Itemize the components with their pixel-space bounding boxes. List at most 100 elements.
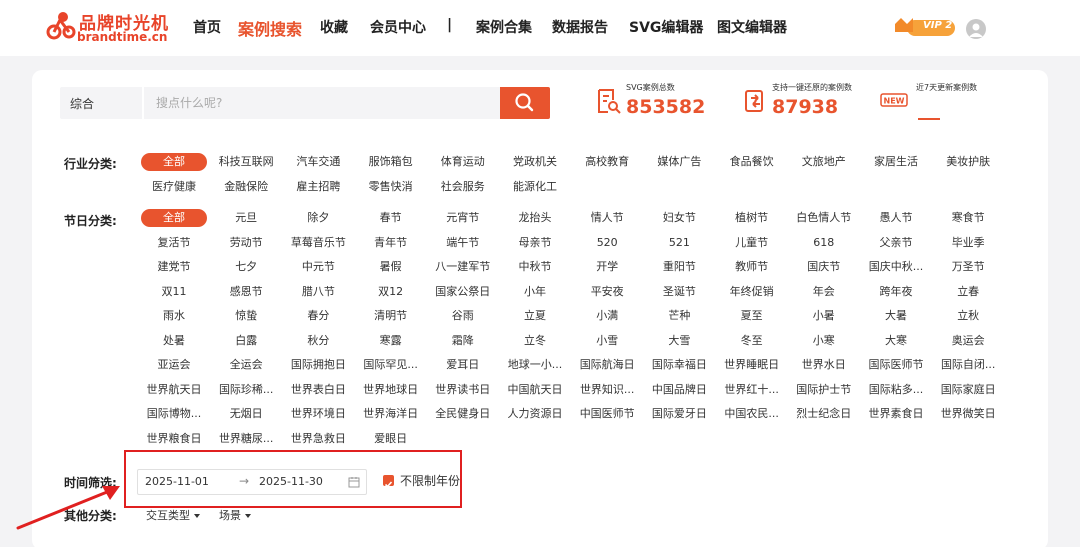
filter-tag[interactable]: 中元节 [278,258,358,276]
filter-tag[interactable]: 重阳节 [639,258,719,276]
filter-tag[interactable]: 世界急救日 [278,430,358,448]
filter-tag[interactable]: 年终促销 [712,283,792,301]
filter-tag[interactable]: 大雪 [639,332,719,350]
filter-tag[interactable]: 国际博物... [134,405,214,423]
search-input[interactable] [156,91,496,115]
filter-tag[interactable]: 寒露 [351,332,431,350]
filter-tag[interactable]: 雇主招聘 [278,178,358,196]
filter-tag[interactable]: 建党节 [134,258,214,276]
filter-tag[interactable]: 立夏 [495,307,575,325]
filter-tag[interactable]: 母亲节 [495,234,575,252]
filter-tag[interactable]: 国家公祭日 [423,283,503,301]
filter-tag[interactable]: 八一建军节 [423,258,503,276]
filter-tag[interactable]: 媒体广告 [639,153,719,171]
nav-data-reports[interactable]: 数据报告 [552,17,608,37]
filter-tag[interactable]: 世界地球日 [351,381,431,399]
filter-tag[interactable]: 无烟日 [206,405,286,423]
filter-tag[interactable]: 中国农民... [712,405,792,423]
filter-tag[interactable]: 夏至 [712,307,792,325]
filter-tag[interactable]: 暑假 [351,258,431,276]
filter-tag[interactable]: 世界粮食日 [134,430,214,448]
filter-tag[interactable]: 社会服务 [423,178,503,196]
filter-tag[interactable]: 妇女节 [639,209,719,227]
filter-tag[interactable]: 教师节 [712,258,792,276]
filter-tag[interactable]: 服饰箱包 [351,153,431,171]
filter-tag[interactable]: 双11 [134,283,214,301]
filter-tag[interactable]: 世界微笑日 [928,405,1008,423]
scene-dropdown[interactable]: 场景 [219,507,251,523]
filter-tag[interactable]: 爱耳日 [423,356,503,374]
filter-tag[interactable]: 春分 [278,307,358,325]
filter-tag[interactable]: 中国航天日 [495,381,575,399]
filter-tag[interactable]: 汽车交通 [278,153,358,171]
filter-tag[interactable]: 体育运动 [423,153,503,171]
filter-tag[interactable]: 寒食节 [928,209,1008,227]
filter-tag[interactable]: 跨年夜 [856,283,936,301]
interaction-type-dropdown[interactable]: 交互类型 [146,507,200,523]
filter-tag[interactable]: 儿童节 [712,234,792,252]
filter-tag[interactable]: 零售快消 [351,178,431,196]
filter-tag[interactable]: 世界读书日 [423,381,503,399]
filter-tag[interactable]: 谷雨 [423,307,503,325]
filter-tag[interactable]: 白色情人节 [784,209,864,227]
filter-tag[interactable]: 521 [639,234,719,252]
filter-tag[interactable]: 金融保险 [206,178,286,196]
filter-tag[interactable]: 世界红十... [712,381,792,399]
filter-tag[interactable]: 霜降 [423,332,503,350]
filter-tag[interactable]: 人力资源日 [495,405,575,423]
filter-tag[interactable]: 立冬 [495,332,575,350]
filter-tag[interactable]: 国际珍稀... [206,381,286,399]
nav-svg-editor[interactable]: SVG编辑器 [629,17,703,37]
filter-tag[interactable]: 618 [784,234,864,252]
filter-tag[interactable]: 国庆节 [784,258,864,276]
filter-tag[interactable]: 国际罕见... [351,356,431,374]
tag-all[interactable]: 全部 [141,209,207,227]
search-type-select[interactable]: 综合 [70,95,94,112]
filter-tag[interactable]: 七夕 [206,258,286,276]
filter-tag[interactable]: 食品餐饮 [712,153,792,171]
filter-tag[interactable]: 雨水 [134,307,214,325]
filter-tag[interactable]: 世界糖尿... [206,430,286,448]
filter-tag[interactable]: 除夕 [278,209,358,227]
filter-tag[interactable]: 元宵节 [423,209,503,227]
filter-tag[interactable]: 植树节 [712,209,792,227]
filter-tag[interactable]: 中秋节 [495,258,575,276]
filter-tag[interactable]: 小寒 [784,332,864,350]
filter-tag[interactable]: 情人节 [567,209,647,227]
filter-tag[interactable]: 年会 [784,283,864,301]
filter-tag[interactable]: 端午节 [423,234,503,252]
filter-tag[interactable]: 劳动节 [206,234,286,252]
nav-case-search[interactable]: 案例搜索 [238,16,302,40]
tag-all[interactable]: 全部 [141,153,207,171]
filter-tag[interactable]: 国际医师节 [856,356,936,374]
filter-tag[interactable]: 国际护士节 [784,381,864,399]
filter-tag[interactable]: 腊八节 [278,283,358,301]
filter-tag[interactable]: 科技互联网 [206,153,286,171]
filter-tag[interactable]: 芒种 [639,307,719,325]
filter-tag[interactable]: 家居生活 [856,153,936,171]
filter-tag[interactable]: 世界知识... [567,381,647,399]
filter-tag[interactable]: 小暑 [784,307,864,325]
filter-tag[interactable]: 龙抬头 [495,209,575,227]
filter-tag[interactable]: 爱眼日 [351,430,431,448]
filter-tag[interactable]: 愚人节 [856,209,936,227]
filter-tag[interactable]: 国际航海日 [567,356,647,374]
filter-tag[interactable]: 国际幸福日 [639,356,719,374]
filter-tag[interactable]: 冬至 [712,332,792,350]
filter-tag[interactable]: 大暑 [856,307,936,325]
filter-tag[interactable]: 小雪 [567,332,647,350]
filter-tag[interactable]: 烈士纪念日 [784,405,864,423]
filter-tag[interactable]: 国际家庭日 [928,381,1008,399]
filter-tag[interactable]: 党政机关 [495,153,575,171]
filter-tag[interactable]: 国际粘多... [856,381,936,399]
filter-tag[interactable]: 复活节 [134,234,214,252]
filter-tag[interactable]: 惊蛰 [206,307,286,325]
search-button[interactable] [500,87,550,119]
filter-tag[interactable]: 小满 [567,307,647,325]
filter-tag[interactable]: 元旦 [206,209,286,227]
filter-tag[interactable]: 高校教育 [567,153,647,171]
filter-tag[interactable]: 世界航天日 [134,381,214,399]
filter-tag[interactable]: 全运会 [206,356,286,374]
filter-tag[interactable]: 能源化工 [495,178,575,196]
nav-member-center[interactable]: 会员中心 [370,17,426,37]
